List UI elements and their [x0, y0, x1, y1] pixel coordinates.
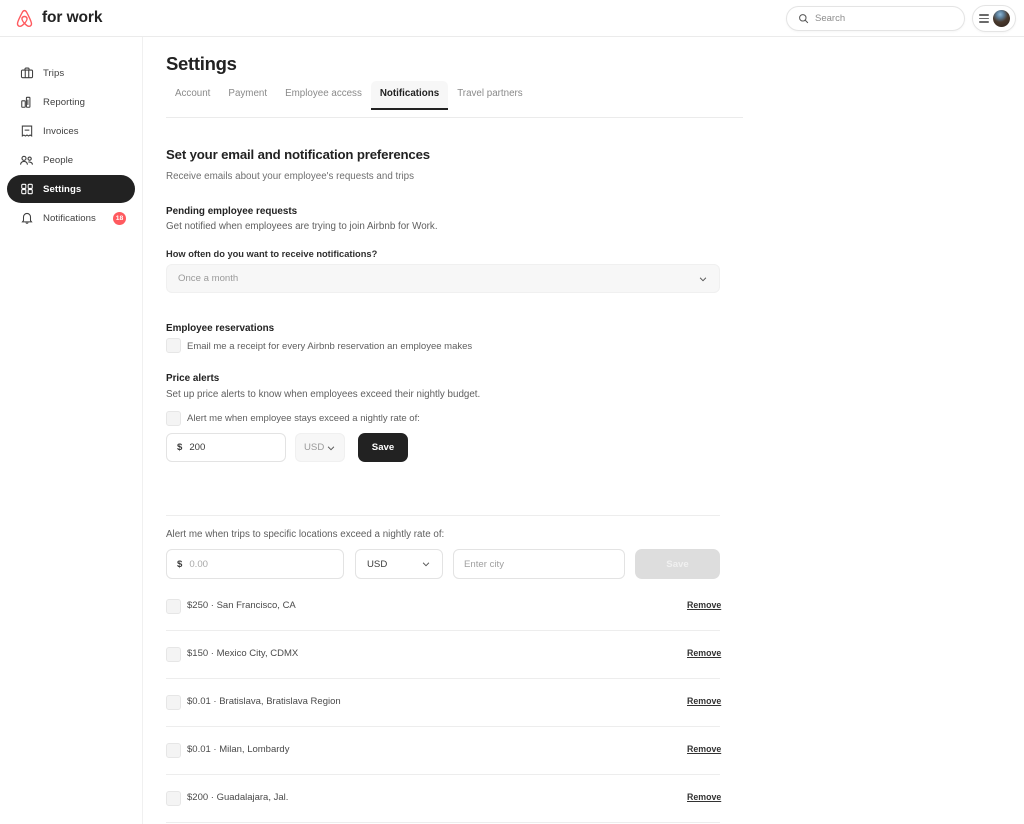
sidebar-item-label: Reporting — [43, 96, 86, 108]
sidebar-item-settings[interactable]: Settings — [7, 175, 135, 203]
section-heading: Set your email and notification preferen… — [166, 147, 430, 162]
city-placeholder: Enter city — [464, 558, 504, 570]
list-divider — [166, 630, 720, 631]
city-input[interactable]: Enter city — [453, 549, 625, 579]
remove-link[interactable]: Remove — [687, 744, 721, 754]
saved-alert-text: $150 · Mexico City, CDMX — [187, 648, 299, 659]
page-title: Settings — [166, 53, 237, 74]
pending-requests-description: Get notified when employees are trying t… — [166, 221, 438, 232]
dashboard-grid-icon — [19, 182, 34, 197]
location-amount-input[interactable]: $ 0.00 — [166, 549, 344, 579]
location-currency-select[interactable]: USD — [355, 549, 443, 579]
bell-icon — [19, 211, 34, 226]
location-save-button[interactable]: Save — [635, 549, 720, 579]
chevron-down-icon — [422, 562, 430, 567]
frequency-select[interactable]: Once a month — [166, 264, 720, 293]
hamburger-icon — [978, 14, 989, 23]
settings-tabs: Account Payment Employee access Notifica… — [166, 81, 743, 118]
people-icon — [19, 153, 34, 168]
search-icon — [799, 14, 809, 24]
remove-link[interactable]: Remove — [687, 792, 721, 802]
global-save-button[interactable]: Save — [358, 433, 408, 462]
global-currency-value: USD — [304, 442, 325, 453]
saved-alert-text: $0.01 · Bratislava, Bratislava Region — [187, 696, 341, 707]
section-divider — [166, 515, 720, 516]
sidebar-item-label: People — [43, 154, 74, 166]
top-bar: for work Search — [0, 0, 1024, 37]
list-item: $200 · Guadalajara, Jal. Remove — [143, 776, 743, 824]
list-divider — [166, 822, 720, 823]
chevron-down-icon — [699, 276, 707, 281]
saved-alert-text: $250 · San Francisco, CA — [187, 600, 296, 611]
price-alerts-title: Price alerts — [166, 373, 220, 384]
list-divider — [166, 726, 720, 727]
location-amount-placeholder: 0.00 — [189, 558, 209, 570]
saved-alert-checkbox[interactable] — [166, 647, 181, 662]
reservation-receipt-label: Email me a receipt for every Airbnb rese… — [187, 341, 473, 352]
saved-alert-checkbox[interactable] — [166, 743, 181, 758]
sidebar-item-notifications[interactable]: Notifications 18 — [7, 204, 135, 232]
airbnb-belo-icon — [16, 9, 33, 27]
sidebar: Trips Reporting Invoices People Settings… — [0, 37, 143, 824]
global-amount-input[interactable]: $ 200 — [166, 433, 286, 462]
sidebar-item-reporting[interactable]: Reporting — [7, 88, 135, 116]
saved-alert-checkbox[interactable] — [166, 599, 181, 614]
global-amount-value: 200 — [189, 442, 206, 453]
frequency-select-value: Once a month — [178, 273, 239, 284]
pending-requests-title: Pending employee requests — [166, 206, 298, 217]
main-content: Settings Account Payment Employee access… — [143, 37, 1024, 824]
reservation-receipt-checkbox[interactable] — [166, 338, 181, 353]
list-item: $250 · San Francisco, CA Remove — [143, 584, 743, 632]
price-alerts-description: Set up price alerts to know when employe… — [166, 389, 481, 400]
location-alert-label: Alert me when trips to specific location… — [166, 529, 445, 540]
list-divider — [166, 678, 720, 679]
sidebar-item-trips[interactable]: Trips — [7, 59, 135, 87]
tab-employee-access[interactable]: Employee access — [276, 81, 371, 109]
tab-travel-partners[interactable]: Travel partners — [448, 81, 532, 109]
sidebar-item-invoices[interactable]: Invoices — [7, 117, 135, 145]
receipt-icon — [19, 124, 34, 139]
currency-symbol: $ — [177, 558, 183, 570]
tab-notifications[interactable]: Notifications — [370, 81, 449, 110]
notifications-badge: 18 — [113, 211, 126, 225]
global-currency-select[interactable]: USD — [295, 433, 345, 462]
list-divider — [166, 774, 720, 775]
sidebar-item-label: Trips — [43, 67, 65, 79]
saved-alert-text: $200 · Guadalajara, Jal. — [187, 792, 289, 803]
global-price-alert-checkbox[interactable] — [166, 411, 181, 426]
tab-account[interactable]: Account — [166, 81, 219, 109]
chevron-down-icon — [327, 445, 335, 450]
briefcase-icon — [19, 66, 34, 81]
remove-link[interactable]: Remove — [687, 696, 721, 706]
list-item: $150 · Mexico City, CDMX Remove — [143, 632, 743, 680]
sidebar-item-people[interactable]: People — [7, 146, 135, 174]
list-item: $0.01 · Milan, Lombardy Remove — [143, 728, 743, 776]
saved-alert-checkbox[interactable] — [166, 791, 181, 806]
saved-alert-checkbox[interactable] — [166, 695, 181, 710]
section-subheading: Receive emails about your employee's req… — [166, 171, 415, 182]
brand-name: for work — [42, 9, 103, 26]
sidebar-item-label: Invoices — [43, 125, 79, 137]
avatar — [992, 10, 1010, 27]
location-currency-value: USD — [367, 558, 388, 570]
list-item: $0.01 · Bratislava, Bratislava Region Re… — [143, 680, 743, 728]
global-price-alert-label: Alert me when employee stays exceed a ni… — [187, 413, 420, 424]
remove-link[interactable]: Remove — [687, 648, 721, 658]
remove-link[interactable]: Remove — [687, 600, 721, 610]
employee-reservations-title: Employee reservations — [166, 323, 275, 334]
search-input[interactable]: Search — [786, 6, 965, 31]
account-menu-button[interactable] — [972, 5, 1016, 32]
brand-logo-group[interactable]: for work — [14, 8, 102, 29]
tab-payment[interactable]: Payment — [219, 81, 276, 109]
bar-chart-icon — [19, 95, 34, 110]
search-placeholder: Search — [815, 13, 846, 24]
frequency-label: How often do you want to receive notific… — [166, 249, 378, 259]
sidebar-item-label: Settings — [43, 183, 82, 195]
currency-symbol: $ — [177, 442, 183, 453]
sidebar-item-label: Notifications — [43, 212, 96, 224]
saved-alert-text: $0.01 · Milan, Lombardy — [187, 744, 290, 755]
